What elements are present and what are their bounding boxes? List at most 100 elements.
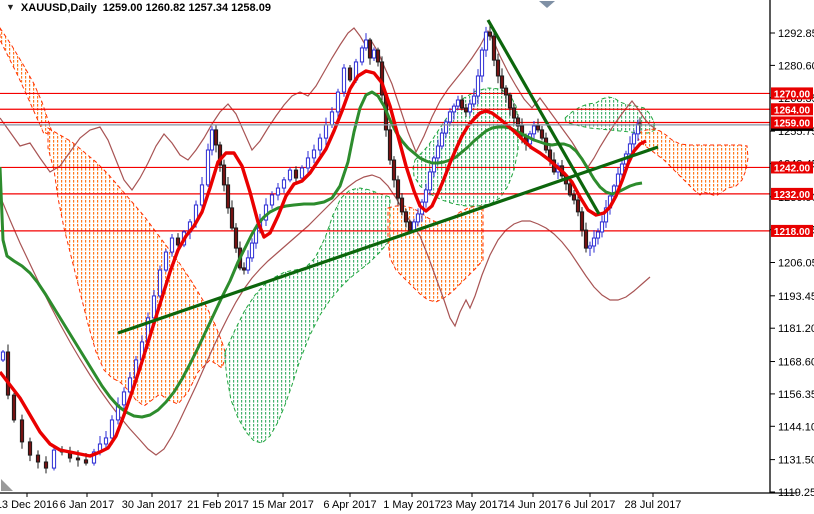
candle-bear	[19, 414, 25, 449]
candle-body	[507, 94, 513, 109]
candle-body	[0, 351, 6, 361]
collapse-triangle-icon[interactable]: ▼	[6, 2, 15, 12]
price-tick-label: 1280.60	[778, 60, 814, 72]
candle-bull	[591, 230, 597, 253]
candle-body	[233, 227, 239, 249]
candle-bull	[205, 143, 211, 187]
candle-bear	[293, 166, 299, 184]
candle-body	[407, 221, 413, 231]
candle-bull	[341, 64, 347, 97]
candle-bear	[43, 456, 49, 474]
candle-body	[463, 107, 469, 113]
candle-body	[447, 111, 453, 123]
candle-body	[299, 167, 305, 179]
price-tick-label: 1206.05	[778, 258, 814, 270]
candle-body	[387, 129, 393, 161]
candle-body	[535, 125, 541, 131]
candle-body	[415, 213, 421, 223]
candle-body	[225, 184, 231, 209]
candle-bear	[459, 95, 465, 111]
candle-body	[287, 169, 293, 181]
price-tick-label: 1181.20	[778, 323, 814, 335]
candle-body	[595, 231, 601, 239]
candle-bull	[311, 144, 317, 164]
candle-body	[11, 394, 17, 421]
candle-bear	[379, 56, 385, 101]
candle-body	[163, 251, 169, 271]
candle-bear	[11, 392, 17, 423]
candle-bear	[233, 223, 239, 253]
chart-shift-marker-icon[interactable]	[539, 1, 555, 8]
candle-bull	[587, 241, 593, 257]
candle-body	[579, 211, 585, 231]
candle-bull	[121, 387, 127, 409]
candle-bear	[579, 207, 585, 237]
candle-body	[451, 105, 457, 113]
ohlc-quote-label: 1259.00 1260.82 1257.34 1258.09	[102, 2, 271, 14]
date-tick-label: 23 May 2017	[440, 499, 504, 511]
candle-bear	[347, 64, 353, 83]
candle-body	[571, 194, 577, 201]
level-price-box-label: 1242.00	[774, 163, 811, 174]
trend-lines[interactable]	[117, 19, 659, 335]
candle-body	[311, 149, 317, 159]
date-tick-label: 13 Dec 2016	[0, 499, 58, 511]
candle-body	[411, 221, 417, 231]
candle-bear	[225, 177, 231, 214]
candle-body	[221, 164, 227, 186]
candle-bear	[213, 125, 219, 153]
candle-body	[363, 39, 369, 49]
date-tick-label: 6 Apr 2017	[323, 499, 376, 511]
candle-body	[627, 143, 633, 155]
candle-body	[427, 171, 433, 191]
candle-bear	[391, 156, 397, 188]
candle-body	[305, 157, 311, 169]
price-tick-label: 1292.85	[778, 28, 814, 40]
candle-body	[439, 132, 445, 147]
candle-body	[511, 107, 517, 119]
candle-body	[503, 87, 509, 96]
candle-body	[205, 149, 211, 186]
candle-bull	[281, 177, 287, 193]
price-chart[interactable]: 1292.851280.601268.351255.751243.451230.…	[0, 0, 814, 514]
candle-body	[229, 207, 235, 229]
candle-body	[491, 35, 497, 61]
candle-body	[435, 145, 441, 159]
candle-bear	[535, 118, 541, 133]
candle-body	[495, 59, 501, 77]
candle-body	[599, 221, 605, 233]
candle-body	[249, 242, 255, 259]
candle-bull	[263, 198, 269, 226]
candle-body	[399, 197, 405, 213]
price-tick-label: 1168.60	[778, 357, 814, 369]
candle-body	[275, 187, 281, 196]
candle-body	[459, 99, 465, 109]
candle-body	[245, 257, 251, 271]
candle-bull	[359, 45, 365, 66]
candle-body	[631, 133, 637, 145]
candle-bull	[163, 249, 169, 273]
candle-body	[121, 391, 127, 406]
candle-body	[51, 449, 57, 469]
date-tick-label: 21 Feb 2017	[187, 499, 249, 511]
candle-body	[359, 47, 365, 63]
date-tick-label: 15 Mar 2017	[252, 499, 314, 511]
candle-body	[317, 137, 323, 151]
candle-bull	[317, 133, 323, 157]
candle-body	[75, 457, 81, 461]
candle-body	[575, 199, 581, 213]
candle-bull	[305, 151, 311, 174]
candle-body	[467, 103, 473, 113]
candle-bear	[495, 53, 501, 84]
candle-bull	[0, 349, 6, 362]
candle-bear	[229, 200, 235, 231]
candle-body	[531, 125, 537, 135]
candle-body	[329, 111, 335, 126]
candle-bull	[363, 33, 369, 51]
symbol-period-label: XAUUSD,Daily	[20, 2, 97, 14]
candle-body	[395, 179, 401, 199]
candle-bear	[221, 159, 227, 192]
candle-body	[391, 159, 397, 181]
candle-body	[281, 179, 287, 189]
scroll-corner-icon	[1, 479, 13, 491]
